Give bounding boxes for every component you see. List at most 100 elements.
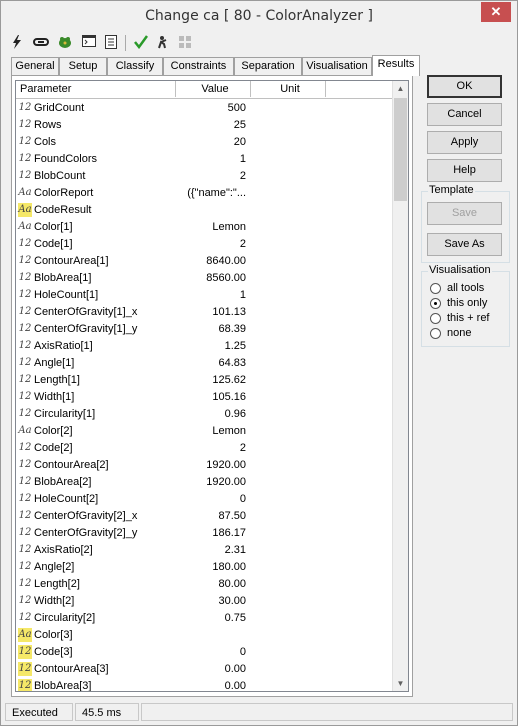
number-type-icon: 12 <box>18 323 32 334</box>
table-row[interactable]: 12 Length[2] 80.00 <box>16 576 396 593</box>
table-row[interactable]: 12 CenterOfGravity[1]_x 101.13 <box>16 304 396 321</box>
number-type-icon: 12 <box>18 578 32 589</box>
table-row[interactable]: Aa Color[3] <box>16 627 396 644</box>
parameter-value: 0.00 <box>224 680 246 692</box>
parameter-value: 2.31 <box>224 544 246 556</box>
parameter-name: HoleCount[1] <box>34 289 99 301</box>
vertical-scrollbar[interactable]: ▲ ▼ <box>392 81 408 691</box>
table-row[interactable]: 12 CenterOfGravity[2]_x 87.50 <box>16 508 396 525</box>
number-type-icon: 12 <box>18 612 32 623</box>
scrollbar-thumb[interactable] <box>394 98 407 201</box>
cancel-button[interactable]: Cancel <box>427 103 502 126</box>
checkmark-icon[interactable] <box>133 35 149 51</box>
table-row[interactable]: 12 Rows 25 <box>16 117 396 134</box>
tab-classify[interactable]: Classify <box>107 57 163 75</box>
lightning-icon[interactable] <box>9 35 25 51</box>
number-type-icon: 12 <box>18 679 32 691</box>
scroll-down-arrow-icon[interactable]: ▼ <box>393 676 408 691</box>
table-row[interactable]: 12 FoundColors 1 <box>16 151 396 168</box>
results-table: Parameter Value Unit 12 GridCount 500 12 Row… <box>15 80 409 692</box>
table-row[interactable]: 12 BlobArea[3] 0.00 <box>16 678 396 692</box>
console-icon[interactable] <box>81 35 97 51</box>
number-type-icon: 12 <box>18 136 32 147</box>
table-row[interactable]: Aa Color[2] Lemon <box>16 423 396 440</box>
run-icon[interactable] <box>155 35 171 51</box>
table-row[interactable]: 12 Angle[2] 180.00 <box>16 559 396 576</box>
tab-results[interactable]: Results <box>372 55 420 76</box>
number-type-icon: 12 <box>18 442 32 453</box>
number-type-icon: 12 <box>18 170 32 181</box>
scroll-up-arrow-icon[interactable]: ▲ <box>393 81 408 96</box>
column-header-parameter[interactable]: Parameter <box>16 81 176 97</box>
table-row[interactable]: 12 GridCount 500 <box>16 100 396 117</box>
column-header-value[interactable]: Value <box>176 81 251 97</box>
radio-button[interactable] <box>430 328 441 339</box>
radio-button-selected[interactable] <box>430 298 441 309</box>
text-type-icon: Aa <box>18 203 32 217</box>
list-icon[interactable] <box>103 35 119 51</box>
parameter-name: Rows <box>34 119 62 131</box>
parameter-value: 101.13 <box>212 306 246 318</box>
parameter-name: Angle[1] <box>34 357 75 369</box>
parameter-value: 64.83 <box>218 357 246 369</box>
tab-visualisation[interactable]: Visualisation <box>302 57 372 75</box>
ok-button[interactable]: OK <box>427 75 502 98</box>
table-row[interactable]: 12 Angle[1] 64.83 <box>16 355 396 372</box>
apply-button[interactable]: Apply <box>427 131 502 154</box>
parameter-name: BlobArea[3] <box>34 680 92 692</box>
tab-general[interactable]: General <box>11 57 59 75</box>
tab-constraints[interactable]: Constraints <box>163 57 234 75</box>
table-row[interactable]: 12 BlobArea[2] 1920.00 <box>16 474 396 491</box>
table-row[interactable]: 12 ContourArea[1] 8640.00 <box>16 253 396 270</box>
table-row[interactable]: 12 Circularity[1] 0.96 <box>16 406 396 423</box>
text-type-icon: Aa <box>18 221 32 232</box>
help-button[interactable]: Help <box>427 159 502 182</box>
table-row[interactable]: 12 BlobArea[1] 8560.00 <box>16 270 396 287</box>
number-type-icon: 12 <box>18 272 32 283</box>
link-icon[interactable] <box>33 35 49 51</box>
table-row[interactable]: 12 CenterOfGravity[1]_y 68.39 <box>16 321 396 338</box>
table-row[interactable]: 12 Code[1] 2 <box>16 236 396 253</box>
status-empty <box>141 703 513 721</box>
save-button[interactable]: Save <box>427 202 502 225</box>
text-type-icon: Aa <box>18 425 32 436</box>
tab-separation[interactable]: Separation <box>234 57 302 75</box>
table-row[interactable]: 12 Width[1] 105.16 <box>16 389 396 406</box>
table-row[interactable]: Aa CodeResult <box>16 202 396 219</box>
parameter-value: 8560.00 <box>206 272 246 284</box>
table-row[interactable]: 12 AxisRatio[1] 1.25 <box>16 338 396 355</box>
table-row[interactable]: 12 CenterOfGravity[2]_y 186.17 <box>16 525 396 542</box>
table-row[interactable]: 12 BlobCount 2 <box>16 168 396 185</box>
parameter-name: BlobCount <box>34 170 86 182</box>
frog-icon[interactable] <box>57 35 73 51</box>
radio-button[interactable] <box>430 283 441 294</box>
table-row[interactable]: Aa Color[1] Lemon <box>16 219 396 236</box>
table-row[interactable]: 12 HoleCount[2] 0 <box>16 491 396 508</box>
parameter-value: 2 <box>239 442 246 454</box>
tab-setup[interactable]: Setup <box>59 57 107 75</box>
parameter-name: HoleCount[2] <box>34 493 99 505</box>
table-row[interactable]: 12 Code[2] 2 <box>16 440 396 457</box>
table-row[interactable]: 12 Width[2] 30.00 <box>16 593 396 610</box>
grid-icon[interactable] <box>177 35 193 51</box>
number-type-icon: 12 <box>18 459 32 470</box>
table-row[interactable]: Aa ColorReport ({"name":"... <box>16 185 396 202</box>
table-row[interactable]: 12 Circularity[2] 0.75 <box>16 610 396 627</box>
table-row[interactable]: 12 Code[3] 0 <box>16 644 396 661</box>
table-row[interactable]: 12 HoleCount[1] 1 <box>16 287 396 304</box>
parameter-name: ContourArea[1] <box>34 255 109 267</box>
table-row[interactable]: 12 Length[1] 125.62 <box>16 372 396 389</box>
visualisation-group: Visualisation all tools this only this +… <box>421 264 510 347</box>
text-type-icon: Aa <box>18 628 32 642</box>
parameter-value: 30.00 <box>218 595 246 607</box>
number-type-icon: 12 <box>18 408 32 419</box>
table-row[interactable]: 12 ContourArea[2] 1920.00 <box>16 457 396 474</box>
parameter-value: 2 <box>239 238 246 250</box>
table-row[interactable]: 12 Cols 20 <box>16 134 396 151</box>
close-button[interactable]: ✕ <box>481 2 511 22</box>
radio-button[interactable] <box>430 313 441 324</box>
table-row[interactable]: 12 ContourArea[3] 0.00 <box>16 661 396 678</box>
save-as-button[interactable]: Save As <box>427 233 502 256</box>
column-header-unit[interactable]: Unit <box>251 81 326 97</box>
table-row[interactable]: 12 AxisRatio[2] 2.31 <box>16 542 396 559</box>
